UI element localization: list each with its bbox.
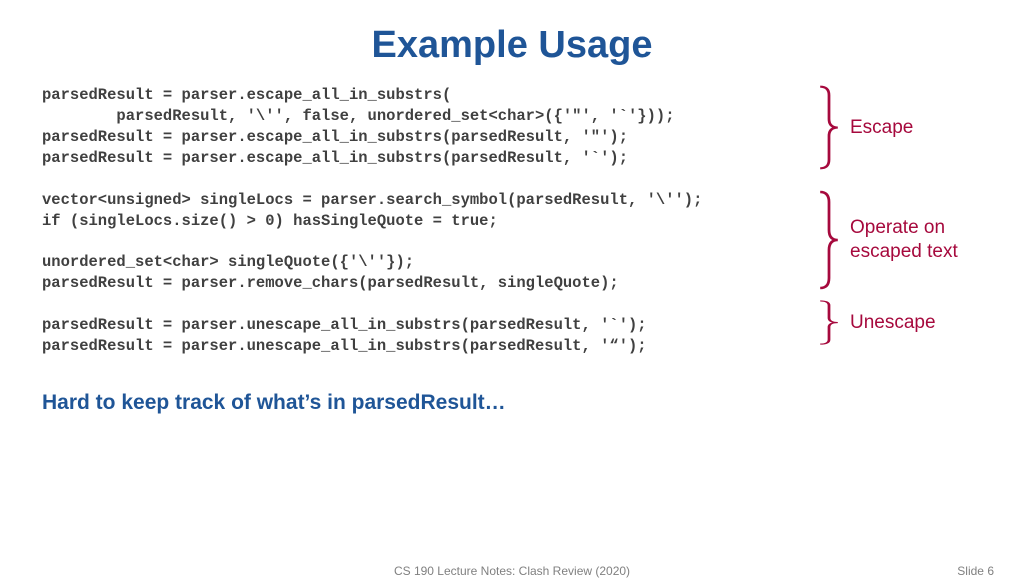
annotation-label: Escape [840,116,913,140]
brace-icon [818,190,840,290]
annotation-escape: Escape [818,85,1002,170]
page-title: Example Usage [0,0,1024,85]
annotation-label: Operate on escaped text [840,216,958,264]
content-area: parsedResult = parser.escape_all_in_subs… [0,85,1024,357]
annotation-unescape: Unescape [818,300,1002,345]
code-block: parsedResult = parser.escape_all_in_subs… [42,85,812,357]
annotation-operate: Operate on escaped text [818,190,1002,290]
annotation-column: Escape Operate on escaped text Unescape [812,85,1002,345]
annotation-label: Unescape [840,311,936,335]
caption-text: Hard to keep track of what’s in parsedRe… [0,357,1024,415]
brace-icon [818,300,840,345]
brace-icon [818,85,840,170]
code-column: parsedResult = parser.escape_all_in_subs… [42,85,812,357]
